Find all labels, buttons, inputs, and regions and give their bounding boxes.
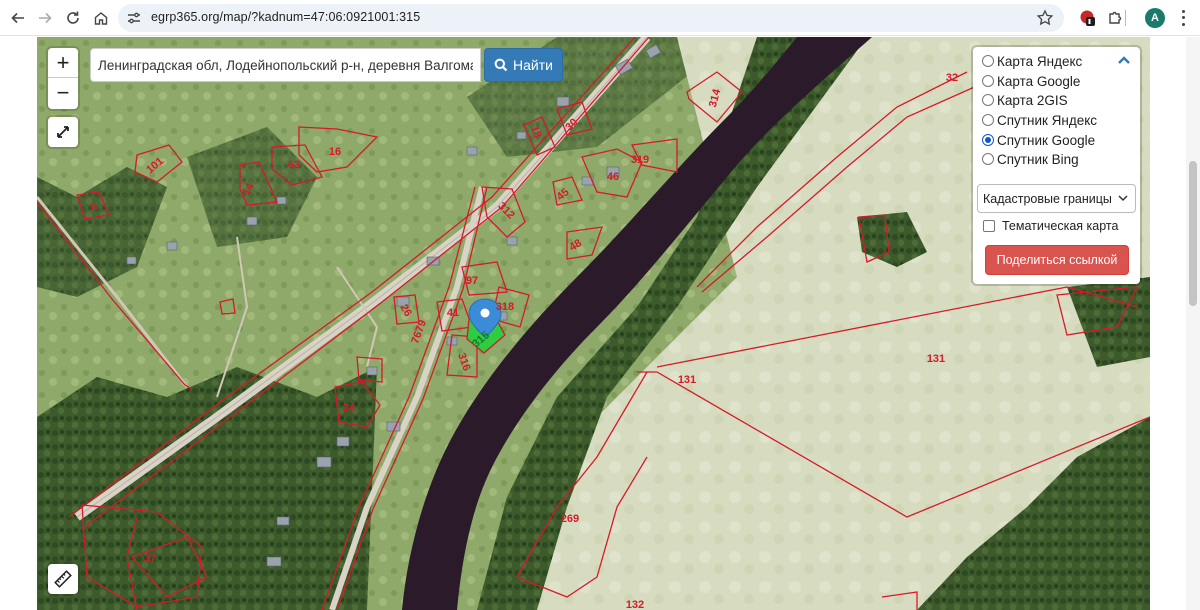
search-button-label: Найти xyxy=(513,57,553,73)
layer-label: Карта Яндекс xyxy=(997,53,1083,69)
bookmark-star-icon[interactable] xyxy=(1036,9,1054,27)
address-bar[interactable]: egrp365.org/map/?kadnum=47:06:0921001:31… xyxy=(118,4,1064,32)
extension-button[interactable] xyxy=(1076,6,1100,30)
radio-bing-satellite[interactable] xyxy=(982,153,994,165)
layer-option-2gis-map[interactable]: Карта 2GIS xyxy=(982,91,1068,109)
share-link-button[interactable]: Поделиться ссылкой xyxy=(985,245,1129,275)
browser-menu-icon[interactable] xyxy=(1175,8,1191,28)
overlay-select-value: Кадастровые границы xyxy=(983,191,1112,206)
parcel-label-41[interactable]: 41 xyxy=(447,307,459,319)
parcel-label-32[interactable]: 32 xyxy=(946,72,958,84)
layer-label: Спутник Bing xyxy=(997,151,1079,167)
home-button[interactable] xyxy=(88,5,114,31)
zoom-out-button[interactable]: − xyxy=(48,78,78,108)
layer-option-bing-satellite[interactable]: Спутник Bing xyxy=(982,150,1079,168)
radio-2gis-map[interactable] xyxy=(982,94,994,106)
parcel-label-318[interactable]: 318 xyxy=(496,301,514,313)
radio-google-satellite[interactable] xyxy=(982,134,994,146)
parcel-label-16[interactable]: 16 xyxy=(329,146,341,158)
layer-panel: Карта Яндекс Карта Google Карта 2GIS Спу… xyxy=(973,47,1140,284)
layer-label: Спутник Яндекс xyxy=(997,112,1098,128)
layer-label: Карта 2GIS xyxy=(997,92,1068,108)
url-text: egrp365.org/map/?kadnum=47:06:0921001:31… xyxy=(151,10,421,24)
reload-icon xyxy=(67,11,79,24)
forward-button[interactable] xyxy=(32,5,58,31)
zoom-control: + − xyxy=(48,48,78,109)
radio-yandex-map[interactable] xyxy=(982,55,994,67)
parcel-label-37[interactable]: 37 xyxy=(144,553,156,565)
parcel-label-319[interactable]: 319 xyxy=(631,154,649,166)
thematic-map-option[interactable]: Тематическая карта xyxy=(983,219,1118,233)
layer-option-yandex-map[interactable]: Карта Яндекс xyxy=(982,52,1082,70)
radio-yandex-satellite[interactable] xyxy=(982,114,994,126)
parcel-label-97[interactable]: 97 xyxy=(466,275,478,287)
scrollbar-thumb[interactable] xyxy=(1189,161,1197,306)
arrow-right-icon xyxy=(39,12,52,24)
layer-option-google-satellite[interactable]: Спутник Google xyxy=(982,131,1095,149)
layer-option-google-map[interactable]: Карта Google xyxy=(982,72,1080,90)
parcel-label-63[interactable]: 63 xyxy=(288,159,300,171)
layer-label: Карта Google xyxy=(997,73,1081,89)
extension-badge-icon xyxy=(1080,10,1095,26)
thematic-map-label: Тематическая карта xyxy=(1002,219,1119,233)
search-icon xyxy=(494,58,508,72)
reload-button[interactable] xyxy=(60,5,86,31)
layer-option-yandex-satellite[interactable]: Спутник Яндекс xyxy=(982,111,1097,129)
back-button[interactable] xyxy=(5,5,31,31)
measure-button[interactable] xyxy=(48,564,78,594)
radio-google-map[interactable] xyxy=(982,75,994,87)
zoom-in-button[interactable]: + xyxy=(48,48,78,78)
site-settings-icon[interactable] xyxy=(126,10,142,26)
parcel-label-131-right[interactable]: 131 xyxy=(927,353,945,365)
fullscreen-button[interactable] xyxy=(48,117,78,147)
parcel-label-132[interactable]: 132 xyxy=(626,599,644,610)
chevron-up-icon[interactable] xyxy=(1117,55,1131,65)
toolbar-divider xyxy=(1120,6,1130,30)
expand-icon xyxy=(57,126,69,138)
address-search-input[interactable] xyxy=(90,48,481,82)
parcel-label-131-left[interactable]: 131 xyxy=(678,374,696,386)
ruler-icon xyxy=(54,570,72,588)
parcel-label-24[interactable]: 24 xyxy=(343,402,356,414)
overlay-select[interactable]: Кадастровые границы xyxy=(977,184,1136,213)
page-scrollbar[interactable] xyxy=(1186,37,1200,610)
parcel-label-269[interactable]: 269 xyxy=(561,513,579,525)
arrow-left-icon xyxy=(11,12,24,24)
chevron-down-icon xyxy=(1118,195,1128,202)
layer-label: Спутник Google xyxy=(997,132,1096,148)
home-icon xyxy=(94,12,108,25)
browser-toolbar: egrp365.org/map/?kadnum=47:06:0921001:31… xyxy=(0,0,1200,36)
parcel-label-6[interactable]: 6 xyxy=(91,201,97,213)
thematic-map-checkbox[interactable] xyxy=(983,220,995,232)
search-button[interactable]: Найти xyxy=(484,48,563,82)
map-view[interactable]: 101 16 63 14 6 18 30 314 32 319 46 45 31… xyxy=(37,37,1150,610)
page-content: 101 16 63 14 6 18 30 314 32 319 46 45 31… xyxy=(0,37,1200,610)
parcel-label-46[interactable]: 46 xyxy=(607,171,619,183)
profile-avatar[interactable]: A xyxy=(1145,8,1165,28)
